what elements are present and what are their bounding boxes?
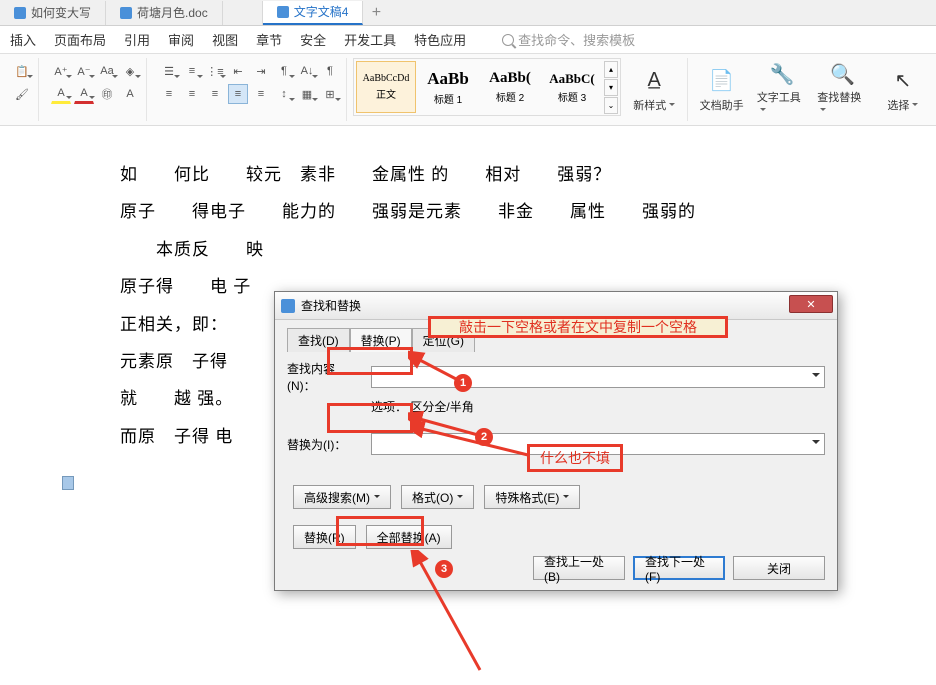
format-painter[interactable]: 🖌 [12, 84, 32, 104]
paragraph: 本质反 映 [120, 231, 780, 268]
ribbon-menu: 插入 页面布局 引用 审阅 视图 章节 安全 开发工具 特色应用 查找命令、搜索… [0, 26, 936, 54]
menu-chapter[interactable]: 章节 [254, 26, 284, 53]
command-search[interactable]: 查找命令、搜索模板 [502, 30, 635, 49]
close-button[interactable]: 关闭 [733, 556, 825, 580]
style-normal[interactable]: AaBbCcDd正文 [356, 61, 416, 113]
annotation-badge-1: 1 [454, 374, 472, 392]
options-label: 选项： [371, 400, 407, 414]
dialog-titlebar[interactable]: 查找和替换 ✕ [275, 292, 837, 320]
indent-inc[interactable]: ⇥ [251, 61, 271, 81]
find-input[interactable] [371, 366, 825, 388]
find-label: 查找内容(N)： [287, 360, 363, 394]
doc-icon [277, 6, 289, 18]
new-style-icon: A̲ [640, 67, 668, 95]
char-shading[interactable]: A [120, 84, 140, 104]
new-style-button[interactable]: A̲新样式 [627, 58, 681, 121]
text-tool-button[interactable]: 🔧文字工具 [755, 58, 809, 121]
options-value: 区分全/半角 [410, 400, 473, 414]
highlight-button[interactable]: A [51, 84, 71, 104]
numbering-button[interactable]: ≡ [182, 61, 202, 81]
find-replace-dialog: 查找和替换 ✕ 查找(D) 替换(P) 定位(G) 查找内容(N)： 选项： 区… [274, 291, 838, 591]
paragraph: 如 何比 较元 素非 金属性 的 相对 强弱？ [120, 156, 780, 193]
font-group: A⁺ A⁻ Aa ◈ A A ㊞ A [45, 58, 147, 121]
menu-references[interactable]: 引用 [122, 26, 152, 53]
font-size-down[interactable]: A⁻ [74, 61, 94, 81]
line-spacing[interactable]: ↕ [274, 84, 294, 104]
replace-input[interactable] [371, 433, 825, 455]
tab-goto[interactable]: 定位(G) [412, 328, 475, 352]
align-left[interactable]: ≡ [159, 84, 179, 104]
find-replace-button[interactable]: 🔍查找替换 [815, 58, 869, 121]
menu-developer[interactable]: 开发工具 [342, 26, 398, 53]
doc-helper-icon: 📄 [708, 67, 736, 95]
style-gallery-nav[interactable]: ▴▾⌄ [604, 61, 618, 114]
sort-button[interactable]: A↓ [297, 61, 317, 81]
doc-tab[interactable]: 荷塘月色.doc [106, 1, 223, 25]
replace-all-button[interactable]: 全部替换(A) [366, 525, 452, 549]
paragraph-marker-icon [62, 476, 74, 490]
align-justify[interactable]: ≡ [228, 84, 248, 104]
bullets-button[interactable]: ☰ [159, 61, 179, 81]
doc-tab-active[interactable]: 文字文稿4 [263, 1, 364, 25]
doc-icon [14, 7, 26, 19]
style-heading1[interactable]: AaBb标题 1 [418, 61, 478, 113]
indent-dec[interactable]: ⇤ [228, 61, 248, 81]
menu-page-layout[interactable]: 页面布局 [52, 26, 108, 53]
document-tabs: 如何变大写 荷塘月色.doc 文字文稿4 + [0, 0, 936, 26]
format-button[interactable]: 格式(O) [401, 485, 474, 509]
paragraph-button[interactable]: ¶ [274, 61, 294, 81]
menu-insert[interactable]: 插入 [8, 26, 38, 53]
doc-tab[interactable] [223, 1, 263, 25]
style-heading2[interactable]: AaBb(标题 2 [480, 61, 540, 113]
replace-button[interactable]: 替换(R) [293, 525, 356, 549]
tab-find[interactable]: 查找(D) [287, 328, 350, 352]
special-format-button[interactable]: 特殊格式(E) [484, 485, 580, 509]
char-border[interactable]: ㊞ [97, 84, 117, 104]
align-distribute[interactable]: ≡ [251, 84, 271, 104]
annotation-badge-2: 2 [475, 428, 493, 446]
borders-button[interactable]: ⊞ [320, 84, 340, 104]
tab-replace[interactable]: 替换(P) [350, 328, 412, 352]
clear-format[interactable]: ◈ [120, 61, 140, 81]
paste-button[interactable]: 📋 [12, 61, 32, 81]
doc-tab[interactable]: 如何变大写 [0, 1, 106, 25]
menu-view[interactable]: 视图 [210, 26, 240, 53]
annotation-badge-3: 3 [435, 560, 453, 578]
font-size-up[interactable]: A⁺ [51, 61, 71, 81]
dialog-icon [281, 299, 295, 313]
find-prev-button[interactable]: 查找上一处(B) [533, 556, 625, 580]
cursor-icon: ↖ [889, 67, 917, 95]
new-tab-button[interactable]: + [363, 4, 389, 22]
change-case[interactable]: Aa [97, 61, 117, 81]
multilevel-button[interactable]: ⋮≡ [205, 61, 225, 81]
find-dropdown-icon[interactable] [809, 367, 823, 387]
find-icon: 🔍 [828, 62, 856, 87]
menu-security[interactable]: 安全 [298, 26, 328, 53]
advanced-search-button[interactable]: 高级搜索(M) [293, 485, 391, 509]
find-next-button[interactable]: 查找下一处(F) [633, 556, 725, 580]
shading-button[interactable]: ▦ [297, 84, 317, 104]
select-button[interactable]: ↖选择 [876, 58, 930, 121]
text-tool-icon: 🔧 [768, 62, 796, 87]
menu-review[interactable]: 审阅 [166, 26, 196, 53]
doc-helper-button[interactable]: 📄文档助手 [694, 58, 748, 121]
clipboard-group: 📋 🖌 [6, 58, 39, 121]
paragraph: 原子 得电子 能力的 强弱是元素 非金 属性 强弱的 [120, 193, 780, 230]
doc-icon [120, 7, 132, 19]
dialog-tabs: 查找(D) 替换(P) 定位(G) [287, 328, 825, 352]
search-icon [502, 34, 514, 46]
style-heading3[interactable]: AaBbC(标题 3 [542, 61, 602, 113]
replace-label: 替换为(I)： [287, 436, 363, 453]
style-gallery: AaBbCcDd正文 AaBb标题 1 AaBb(标题 2 AaBbC(标题 3… [353, 58, 621, 116]
replace-dropdown-icon[interactable] [809, 434, 823, 454]
dialog-title: 查找和替换 [301, 297, 361, 314]
font-color-button[interactable]: A [74, 84, 94, 104]
dialog-close-button[interactable]: ✕ [789, 295, 833, 313]
paragraph-group: ☰ ≡ ⋮≡ ⇤ ⇥ ¶ A↓ ¶ ≡ ≡ ≡ ≡ ≡ ↕ ▦ ⊞ [153, 58, 347, 121]
align-center[interactable]: ≡ [182, 84, 202, 104]
show-marks[interactable]: ¶ [320, 61, 340, 81]
ribbon-toolbar: 📋 🖌 A⁺ A⁻ Aa ◈ A A ㊞ A ☰ ≡ ⋮≡ ⇤ ⇥ ¶ A↓ ¶… [0, 54, 936, 126]
align-right[interactable]: ≡ [205, 84, 225, 104]
menu-special[interactable]: 特色应用 [412, 26, 468, 53]
